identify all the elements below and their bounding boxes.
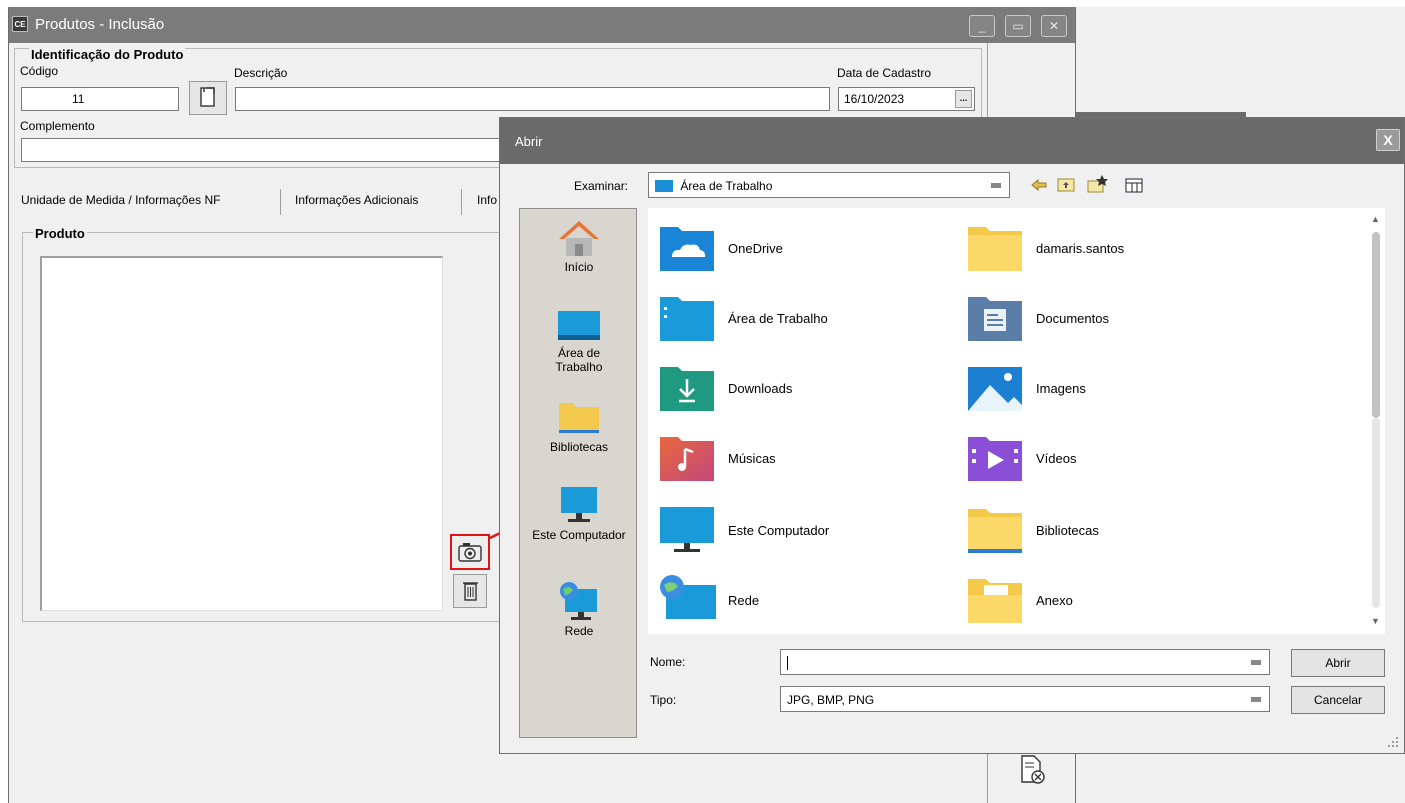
file-item-damaris-santos[interactable]: damaris.santos: [966, 218, 1124, 278]
home-icon: [559, 221, 599, 256]
tipo-value: JPG, BMP, PNG: [787, 693, 875, 707]
file-item-downloads[interactable]: Downloads: [658, 358, 792, 418]
desktop-icon: [558, 311, 600, 340]
place-este-computador[interactable]: Este Computador: [520, 485, 638, 542]
documents-icon: [968, 297, 1022, 341]
file-name: Imagens: [1036, 380, 1086, 396]
chevron-down-icon: [991, 183, 1001, 188]
abrir-dialog: Abrir X Examinar: Área de Trabalho Iníci…: [499, 117, 1405, 754]
file-name: damaris.santos: [1036, 240, 1125, 256]
file-item-videos[interactable]: Vídeos: [966, 428, 1076, 488]
place-label: Este Computador: [532, 528, 626, 542]
chevron-down-icon: [1251, 697, 1261, 702]
nome-combo[interactable]: [780, 649, 1270, 675]
file-item-onedrive[interactable]: OneDrive: [658, 218, 783, 278]
place-label: Área de Trabalho: [555, 346, 603, 374]
desktop-icon: [655, 180, 673, 192]
scroll-thumb[interactable]: [1372, 232, 1380, 418]
place-bibliotecas[interactable]: Bibliotecas: [520, 401, 638, 454]
file-name: Anexo: [1036, 592, 1073, 608]
scroll-down-icon[interactable]: ▼: [1371, 616, 1380, 626]
resize-grip-icon[interactable]: [1386, 735, 1400, 749]
place-inicio[interactable]: Início: [520, 217, 638, 274]
file-item-este-computador[interactable]: Este Computador: [658, 500, 829, 560]
dialog-close-button[interactable]: X: [1376, 129, 1400, 151]
file-item-anexo[interactable]: Anexo: [966, 570, 1073, 630]
file-item-musicas[interactable]: Músicas: [658, 428, 776, 488]
file-item-area-de-trabalho[interactable]: Área de Trabalho: [658, 288, 828, 348]
pictures-icon: [968, 367, 1022, 411]
tipo-label: Tipo:: [650, 693, 677, 707]
desktop-folder-icon: [660, 297, 714, 341]
up-folder-icon[interactable]: [1057, 178, 1075, 192]
examinar-label: Examinar:: [574, 179, 629, 193]
file-item-rede[interactable]: Rede: [658, 570, 759, 630]
folder-icon: [968, 579, 1022, 623]
computer-icon: [561, 487, 597, 522]
text-cursor: [787, 656, 788, 670]
file-name: Rede: [728, 592, 760, 608]
onedrive-icon: [660, 227, 714, 271]
place-label: Rede: [564, 624, 594, 638]
examinar-combo[interactable]: Área de Trabalho: [648, 172, 1010, 198]
scroll-track: [1372, 418, 1380, 608]
abrir-button[interactable]: Abrir: [1291, 649, 1385, 677]
computer-icon: [660, 507, 714, 552]
file-name: Área de Trabalho: [728, 310, 828, 326]
file-name: Documentos: [1036, 310, 1109, 326]
scroll-up-icon[interactable]: ▲: [1371, 214, 1380, 224]
network-icon: [560, 582, 597, 620]
file-name: Músicas: [728, 450, 776, 466]
tipo-combo[interactable]: JPG, BMP, PNG: [780, 686, 1270, 712]
place-label: Bibliotecas: [549, 440, 609, 454]
network-icon: [660, 575, 716, 619]
cancelar-button[interactable]: Cancelar: [1291, 686, 1385, 714]
place-rede[interactable]: Rede: [520, 581, 638, 638]
music-icon: [660, 437, 714, 481]
file-name: OneDrive: [728, 240, 783, 256]
downloads-icon: [660, 367, 714, 411]
file-name: Downloads: [728, 380, 793, 396]
file-name: Vídeos: [1036, 450, 1077, 466]
dialog-titlebar: Abrir X: [500, 118, 1404, 164]
dialog-toolbar: [1031, 175, 1143, 193]
view-menu-icon[interactable]: [1125, 178, 1143, 193]
new-folder-icon[interactable]: [1087, 175, 1108, 193]
folder-icon: [968, 509, 1022, 553]
file-list-scrollbar[interactable]: ▲ ▼: [1367, 208, 1385, 634]
file-item-imagens[interactable]: Imagens: [966, 358, 1086, 418]
chevron-down-icon: [1251, 660, 1261, 665]
videos-icon: [968, 437, 1022, 481]
place-label: Início: [564, 260, 594, 274]
place-area-de-trabalho[interactable]: Área de Trabalho: [520, 309, 638, 374]
file-name: Bibliotecas: [1036, 522, 1099, 538]
file-item-documentos[interactable]: Documentos: [966, 288, 1109, 348]
file-name: Este Computador: [728, 522, 830, 538]
nome-label: Nome:: [650, 655, 686, 669]
libraries-icon: [559, 403, 599, 433]
back-icon[interactable]: [1031, 178, 1047, 192]
file-list: OneDrive Área de Trabalho Downloads Músi…: [648, 208, 1385, 634]
folder-icon: [968, 227, 1022, 271]
file-item-bibliotecas[interactable]: Bibliotecas: [966, 500, 1099, 560]
examinar-value: Área de Trabalho: [680, 179, 773, 193]
dialog-title: Abrir: [515, 134, 543, 149]
places-bar: Início Área de Trabalho Bibliotecas Este…: [519, 208, 637, 738]
